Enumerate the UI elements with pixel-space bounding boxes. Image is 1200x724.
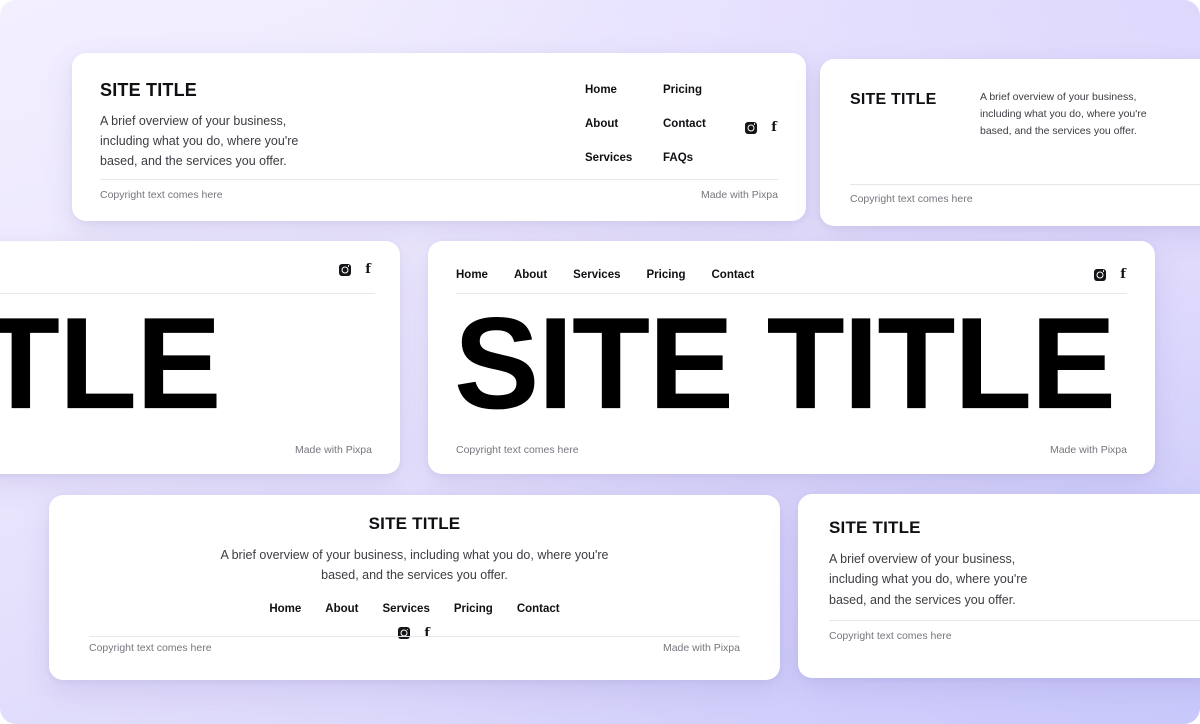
large-site-title: SITE TITLE (454, 290, 1116, 437)
nav-link-faqs[interactable]: FAQs (663, 152, 706, 172)
instagram-icon[interactable] (1094, 268, 1106, 281)
nav-link-home[interactable]: Home (269, 603, 301, 615)
social-links: f (77, 627, 752, 640)
nav-link-pricing[interactable]: Pricing (647, 269, 686, 281)
instagram-icon[interactable] (398, 627, 410, 639)
nav-link-contact[interactable]: Contact (711, 269, 754, 281)
footer-bottom-bar: Copyright text comes here (829, 630, 1196, 642)
facebook-icon[interactable]: f (423, 627, 431, 640)
footer-template-card-mid-left[interactable]: f TITLE Made with Pixpa (0, 241, 400, 474)
facebook-icon[interactable]: f (364, 263, 372, 276)
nav-link-about[interactable]: About (514, 269, 547, 281)
footer-nav-grid: Home Pricing About Contact Services FAQs (585, 84, 706, 171)
footer-template-card-bot-center[interactable]: SITE TITLE A brief overview of your busi… (49, 495, 780, 680)
nav-link-pricing[interactable]: Pricing (454, 603, 493, 615)
copyright-text: Copyright text comes here (456, 444, 579, 456)
nav-link-services[interactable]: Services (383, 603, 430, 615)
nav-link-about[interactable]: About (325, 603, 358, 615)
social-links: f (339, 263, 372, 276)
business-description: A brief overview of your business, inclu… (829, 552, 1028, 607)
copyright-text: Copyright text comes here (850, 193, 973, 205)
nav-link-services[interactable]: Services (573, 269, 620, 281)
made-with-pixpa-text: Made with Pixpa (1049, 444, 1127, 456)
copyright-text: Copyright text comes here (100, 189, 223, 201)
nav-link-home[interactable]: Home (585, 84, 663, 104)
footer-divider (829, 620, 1200, 621)
brand-column: SITE TITLE A brief overview of your busi… (100, 80, 400, 171)
social-links: f (1094, 268, 1127, 281)
nav-link-contact[interactable]: Contact (517, 603, 560, 615)
footer-bottom-bar: Copyright text comes here Made with Pixp… (456, 444, 1127, 456)
page-title: SITE TITLE (829, 518, 921, 537)
card-content: SITE TITLE A brief overview of your busi… (49, 495, 780, 640)
footer-bottom-bar: Copyright text comes here Made with Pixp… (100, 189, 778, 201)
footer-template-card-top-right[interactable]: SITE TITLE A brief overview of your busi… (820, 59, 1200, 226)
card-content: SITE TITLE A brief overview of your busi… (72, 53, 806, 171)
footer-template-card-top-left[interactable]: SITE TITLE A brief overview of your busi… (72, 53, 806, 221)
facebook-icon[interactable]: f (1119, 268, 1127, 281)
footer-nav-row: Home About Services Pricing Contact (456, 269, 754, 281)
nav-link-about[interactable]: About (585, 118, 663, 138)
page-title: SITE TITLE (368, 514, 461, 533)
footer-bottom-bar: Copyright text comes here Made with Pixp… (89, 642, 740, 654)
footer-template-card-mid-center[interactable]: Home About Services Pricing Contact f SI… (428, 241, 1155, 474)
nav-link-services[interactable]: Services (585, 152, 663, 172)
page-title: SITE TITLE (850, 91, 937, 108)
made-with-pixpa-text: Made with Pixpa (662, 642, 740, 654)
business-description: A brief overview of your business, inclu… (980, 91, 1147, 137)
instagram-icon[interactable] (339, 263, 351, 276)
facebook-icon[interactable]: f (770, 121, 778, 134)
nav-link-pricing[interactable]: Pricing (663, 84, 706, 104)
page-title: SITE TITLE (100, 80, 198, 100)
footer-divider (850, 184, 1200, 185)
business-description: A brief overview of your business, inclu… (220, 548, 609, 583)
large-site-title: TITLE (0, 290, 221, 437)
footer-nav-row: Home About Services Pricing Contact (77, 603, 752, 615)
footer-template-card-bot-right[interactable]: SITE TITLE A brief overview of your busi… (798, 494, 1200, 678)
nav-link-home[interactable]: Home (456, 269, 488, 281)
footer-bottom-bar: Copyright text comes here (850, 193, 1200, 205)
made-with-pixpa-text: Made with Pixpa (700, 189, 778, 201)
business-description: A brief overview of your business, inclu… (100, 114, 299, 168)
footer-divider (100, 179, 778, 180)
nav-link-contact[interactable]: Contact (663, 118, 706, 138)
footer-divider (89, 636, 740, 637)
copyright-text: Copyright text comes here (89, 642, 212, 654)
card-content: SITE TITLE A brief overview of your busi… (820, 59, 1200, 139)
footer-templates-gallery: SITE TITLE A brief overview of your busi… (0, 0, 1200, 724)
footer-top-bar: Home About Services Pricing Contact f (456, 268, 1127, 281)
card-content: SITE TITLE A brief overview of your busi… (798, 494, 1200, 610)
instagram-icon[interactable] (745, 121, 757, 134)
social-links: f (745, 84, 778, 171)
copyright-text: Copyright text comes here (829, 630, 952, 642)
made-with-pixpa-text: Made with Pixpa (294, 444, 372, 456)
